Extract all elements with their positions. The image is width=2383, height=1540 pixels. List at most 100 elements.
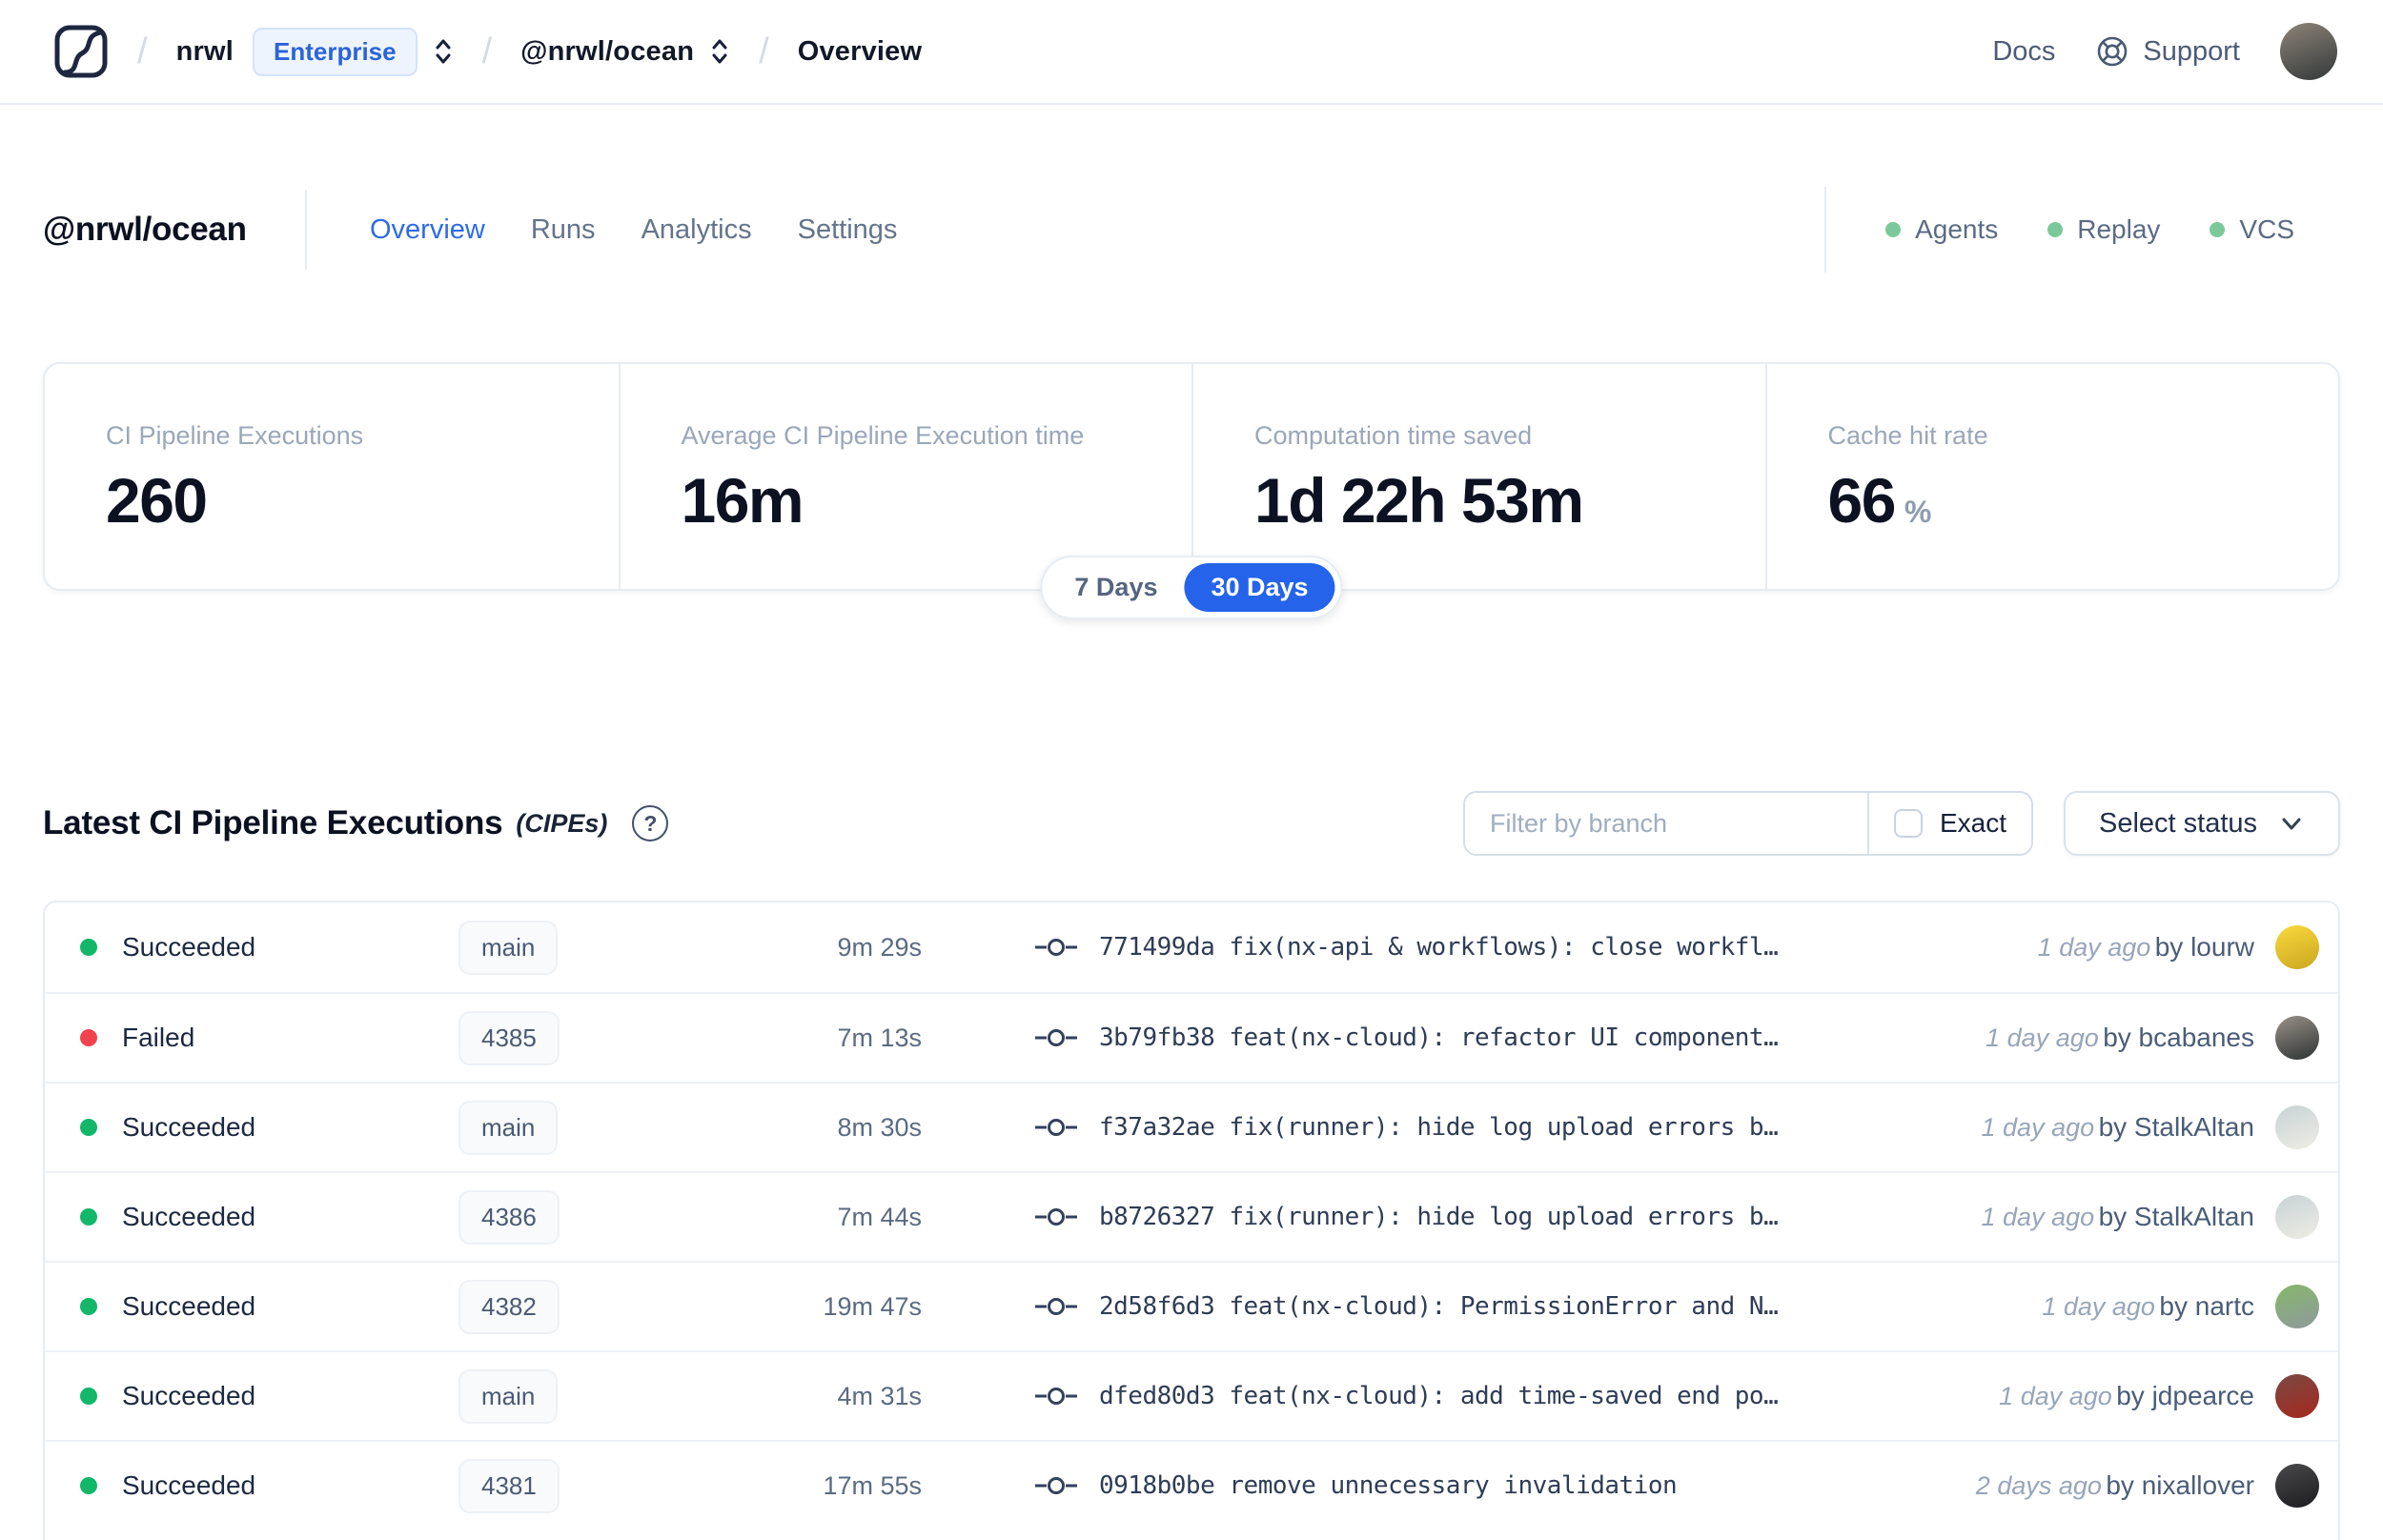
help-icon[interactable]: ? [632, 805, 669, 841]
exact-checkbox[interactable] [1893, 809, 1923, 838]
stat-cache-hit-rate: Cache hit rate 66% [1764, 364, 2339, 589]
tab-runs[interactable]: Runs [531, 214, 596, 246]
status-dot-icon [80, 1388, 97, 1405]
git-commit-icon [1035, 1388, 1077, 1405]
commit-message[interactable]: 3b79fb38 feat(nx-cloud): refactor UI com… [1099, 1023, 1779, 1052]
range-30-days-button[interactable]: 30 Days [1184, 563, 1335, 612]
cipe-subtitle: (CIPEs) [516, 808, 608, 838]
nx-cloud-logo-icon[interactable] [53, 24, 109, 79]
breadcrumb-separator: / [481, 30, 493, 71]
avatar[interactable] [2275, 1195, 2319, 1239]
divider [305, 190, 307, 270]
status-agents[interactable]: Agents [1885, 214, 1998, 245]
org-switcher-icon[interactable] [433, 34, 454, 69]
author-label[interactable]: by bcabanes [2103, 1023, 2254, 1052]
avatar[interactable] [2275, 1105, 2319, 1149]
breadcrumb-separator: / [759, 30, 769, 71]
range-7-days-button[interactable]: 7 Days [1048, 563, 1184, 612]
row-meta: 1 day ago by bcabanes [1986, 1023, 2254, 1053]
duration-label: 19m 47s [823, 1291, 922, 1321]
cipe-title: Latest CI Pipeline Executions [43, 804, 503, 841]
commit-message[interactable]: b8726327 fix(runner): hide log upload er… [1099, 1203, 1779, 1231]
time-ago-label: 1 day ago [2042, 1292, 2155, 1321]
cipe-table-body: Succeeded main 9m 29s 771499da fix(nx-ap… [45, 902, 2338, 1530]
cipe-row[interactable]: Succeeded 4381 17m 55s 0918b0be remove u… [45, 1440, 2338, 1530]
percent-suffix: % [1904, 495, 1932, 529]
cipe-row[interactable]: Succeeded main 9m 29s 771499da fix(nx-ap… [45, 902, 2338, 992]
author-label[interactable]: by jdpearce [2116, 1381, 2254, 1410]
tab-settings[interactable]: Settings [798, 214, 898, 246]
user-avatar[interactable] [2280, 23, 2337, 80]
support-link[interactable]: Support [2095, 34, 2240, 69]
cipe-row[interactable]: Succeeded 4386 7m 44s b8726327 fix(runne… [45, 1171, 2338, 1261]
status-label: Succeeded [122, 1112, 256, 1142]
workspace-header: @nrwl/ocean Overview Runs Analytics Sett… [43, 187, 2340, 273]
avatar[interactable] [2275, 1374, 2319, 1418]
stat-ci-pipeline-executions: CI Pipeline Executions 260 [106, 421, 364, 536]
lifebuoy-icon [2098, 36, 2128, 67]
branch-filter-input[interactable] [1465, 793, 1867, 854]
divider [1824, 187, 1827, 273]
green-dot-icon [1885, 222, 1902, 237]
branch-badge[interactable]: 4385 [458, 1010, 560, 1065]
docs-link[interactable]: Docs [1992, 36, 2055, 68]
commit-message[interactable]: 2d58f6d3 feat(nx-cloud): PermissionError… [1099, 1292, 1779, 1321]
branch-badge[interactable]: main [458, 1100, 559, 1155]
status-select-dropdown[interactable]: Select status [2064, 791, 2340, 856]
status-dot-icon [80, 1298, 97, 1315]
branch-badge[interactable]: main [458, 920, 559, 975]
avatar[interactable] [2275, 1016, 2319, 1060]
status-dot-icon [80, 1208, 97, 1226]
date-range-toggle: 7 Days 30 Days [1040, 556, 1343, 619]
row-meta: 2 days ago by nixallover [1976, 1470, 2254, 1501]
time-ago-label: 1 day ago [1986, 1023, 2099, 1052]
breadcrumb-separator: / [137, 30, 148, 71]
duration-label: 8m 30s [837, 1112, 922, 1142]
duration-label: 7m 13s [837, 1023, 922, 1052]
duration-label: 7m 44s [837, 1202, 922, 1231]
cipe-row[interactable]: Failed 4385 7m 13s 3b79fb38 feat(nx-clou… [45, 992, 2338, 1082]
author-label[interactable]: by nartc [2159, 1291, 2254, 1321]
tab-overview[interactable]: Overview [370, 214, 485, 246]
cipe-row[interactable]: Succeeded main 4m 31s dfed80d3 feat(nx-c… [45, 1350, 2338, 1440]
avatar[interactable] [2275, 925, 2319, 969]
time-ago-label: 1 day ago [1999, 1382, 2112, 1410]
branch-badge[interactable]: main [458, 1368, 559, 1424]
author-label[interactable]: by StalkAltan [2099, 1112, 2254, 1142]
status-label: Succeeded [122, 1291, 256, 1321]
avatar[interactable] [2275, 1464, 2319, 1508]
commit-message[interactable]: 771499da fix(nx-api & workflows): close … [1099, 933, 1779, 962]
exact-toggle: Exact [1866, 793, 2031, 854]
workspace-switcher-icon[interactable] [709, 34, 730, 69]
status-vcs[interactable]: VCS [2210, 214, 2294, 245]
branch-badge[interactable]: 4386 [458, 1189, 560, 1245]
tab-analytics[interactable]: Analytics [642, 214, 752, 246]
duration-label: 4m 31s [837, 1381, 922, 1410]
branch-badge[interactable]: 4382 [458, 1279, 560, 1334]
branch-badge[interactable]: 4381 [458, 1458, 560, 1513]
cipe-row[interactable]: Succeeded main 8m 30s f37a32ae fix(runne… [45, 1082, 2338, 1171]
git-commit-icon [1035, 1208, 1077, 1226]
breadcrumb-org[interactable]: nrwl [176, 36, 234, 68]
duration-label: 17m 55s [823, 1470, 922, 1500]
status-label: Failed [122, 1023, 195, 1052]
status-replay[interactable]: Replay [2047, 214, 2160, 245]
branch-filter-group: Exact [1463, 791, 2033, 856]
commit-message[interactable]: dfed80d3 feat(nx-cloud): add time-saved … [1099, 1382, 1779, 1410]
git-commit-icon [1035, 939, 1077, 956]
git-commit-icon [1035, 1029, 1077, 1046]
cipe-row[interactable]: Succeeded 4382 19m 47s 2d58f6d3 feat(nx-… [45, 1261, 2338, 1350]
author-label[interactable]: by StalkAltan [2099, 1202, 2254, 1231]
breadcrumb-workspace[interactable]: @nrwl/ocean [520, 36, 694, 68]
stats-card-row: CI Pipeline Executions 260 Average CI Pi… [43, 362, 2340, 619]
avatar[interactable] [2275, 1285, 2319, 1328]
commit-message[interactable]: f37a32ae fix(runner): hide log upload er… [1099, 1113, 1779, 1142]
time-ago-label: 1 day ago [1981, 1113, 2095, 1142]
status-dot-icon [80, 1119, 97, 1136]
row-meta: 1 day ago by nartc [2042, 1291, 2254, 1322]
row-meta: 1 day ago by lourw [2038, 932, 2254, 962]
author-label[interactable]: by lourw [2155, 932, 2254, 962]
author-label[interactable]: by nixallover [2106, 1470, 2254, 1500]
status-label: Succeeded [122, 1470, 256, 1500]
commit-message[interactable]: 0918b0be remove unnecessary invalidation [1099, 1471, 1678, 1500]
